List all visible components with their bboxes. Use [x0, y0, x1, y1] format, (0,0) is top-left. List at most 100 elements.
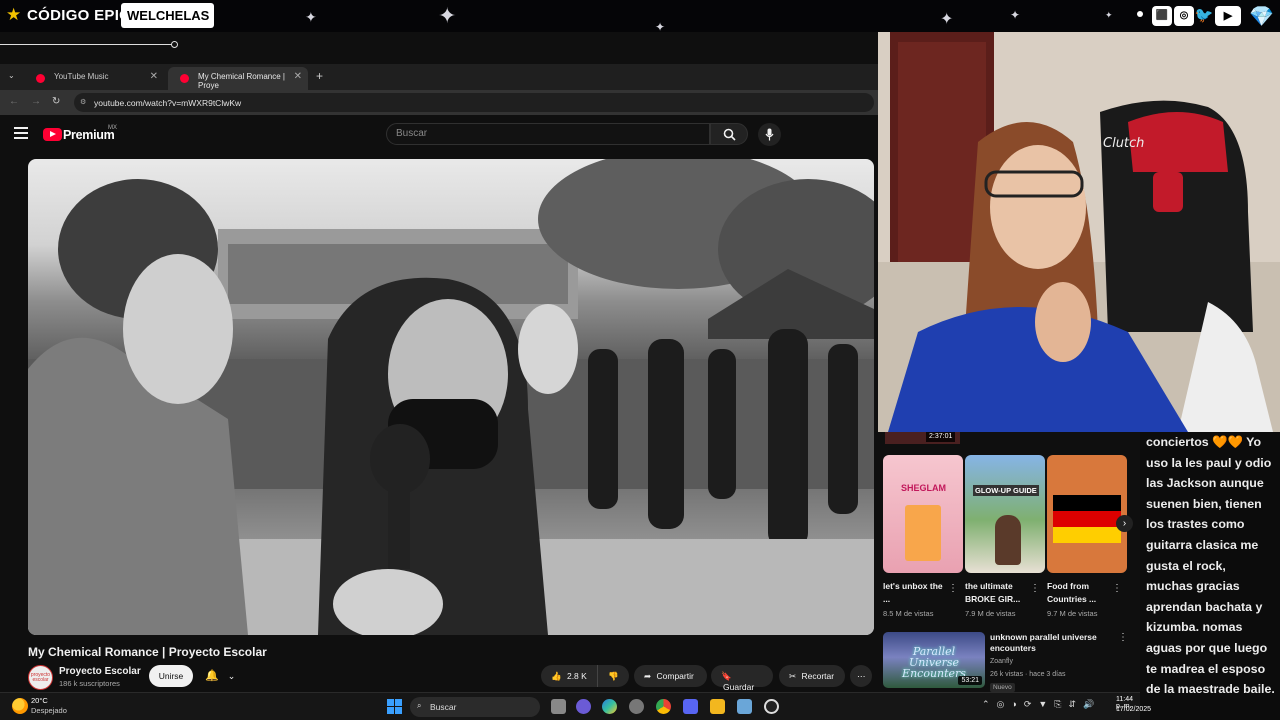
like-count: 2.8 K — [566, 671, 587, 681]
youtube-music-icon — [36, 74, 45, 83]
like-button[interactable]: 👍 2.8 K — [541, 665, 597, 687]
video-channel[interactable]: Zoanfly — [990, 658, 1013, 665]
menu-icon[interactable] — [14, 127, 28, 139]
short-title[interactable]: let's unbox the ... — [883, 580, 947, 606]
overlay-channel-name: WELCHELAS — [121, 3, 214, 28]
copilot-icon[interactable] — [602, 699, 617, 714]
clip-button[interactable]: ✂ Recortar — [779, 665, 845, 687]
product-box — [905, 505, 941, 561]
photos-icon[interactable] — [737, 699, 752, 714]
more-actions-button[interactable]: ⋯ — [850, 665, 872, 687]
search-icon: ⌕ — [417, 701, 422, 710]
video-title: My Chemical Romance | Proyecto Escolar — [28, 645, 267, 659]
thumbs-up-icon: 👍 — [551, 671, 562, 681]
clock-date[interactable]: 17/02/2025 — [1116, 706, 1151, 713]
channel-name[interactable]: Proyecto Escolar — [59, 666, 141, 677]
short-views: 9.7 M de vistas — [1047, 609, 1098, 618]
tab-youtube-music[interactable]: YouTube Music ✕ — [24, 67, 164, 90]
chrome-icon[interactable] — [656, 699, 671, 714]
webcam-feed: Clutch — [878, 32, 1280, 432]
more-vert-icon[interactable]: ⋮ — [1118, 632, 1128, 643]
search-input[interactable]: Buscar — [386, 123, 710, 145]
windows-start-icon[interactable] — [387, 699, 402, 714]
sparkle-icon: ✦ — [1105, 10, 1113, 20]
search-button[interactable] — [710, 123, 748, 145]
chat-message: conciertos 🧡🧡 Yo uso la les paul y odio … — [1140, 432, 1280, 720]
discord-icon[interactable] — [683, 699, 698, 714]
teams-icon[interactable] — [576, 699, 591, 714]
webcam-image: Clutch — [878, 32, 1280, 432]
clip-label: Recortar — [801, 671, 835, 681]
flag-stripe-gold — [1053, 527, 1121, 543]
short-thumb-text: SHEGLAM — [901, 483, 946, 493]
short-views: 8.5 M de vistas — [883, 609, 934, 618]
file-explorer-icon[interactable] — [710, 699, 725, 714]
short-title[interactable]: Food from Countries ... — [1047, 580, 1111, 606]
more-vert-icon[interactable]: ⋮ — [948, 583, 958, 594]
tab-label: My Chemical Romance | Proye — [198, 72, 285, 90]
youtube-icon[interactable]: ▶ — [1215, 6, 1241, 26]
tab-label: YouTube Music — [54, 72, 109, 81]
video-frame — [28, 159, 874, 635]
stream-overlay-bar: ★ CÓDIGO EPIC WELCHELAS ✦ ✦ ✦ ✦ ✦ ✦ ⬛ ◎ … — [0, 0, 1280, 34]
short-thumbnail[interactable] — [1047, 455, 1127, 573]
short-thumb-text: GLOW-UP GUIDE — [973, 485, 1039, 496]
taskbar-search-label: Buscar — [430, 702, 457, 712]
weather-sun-icon[interactable] — [12, 698, 28, 714]
close-icon[interactable]: ✕ — [150, 71, 158, 82]
overlay-brand: CÓDIGO EPIC — [27, 7, 131, 24]
youtube-icon — [180, 74, 189, 83]
voice-search-button[interactable] — [758, 123, 781, 146]
join-button[interactable]: Unirse — [149, 665, 193, 687]
new-badge: Nuevo — [990, 683, 1015, 692]
video-meta: 26 k vistas · hace 3 días — [990, 671, 1066, 678]
short-thumbnail[interactable]: GLOW-UP GUIDE — [965, 455, 1045, 573]
site-info-icon[interactable]: ⚙ — [80, 98, 86, 106]
share-button[interactable]: ➦ Compartir — [634, 665, 707, 687]
short-views: 7.9 M de vistas — [965, 609, 1016, 618]
twitch-icon[interactable]: ⬛ — [1152, 6, 1172, 26]
youtube-logo-icon[interactable] — [43, 128, 62, 141]
overlay-line — [0, 44, 176, 45]
url-field[interactable]: ⚙ youtube.com/watch?v=mWXR9tClwKw — [74, 93, 874, 112]
video-thumbnail[interactable]: Parallel Universe Encounters 53:21 — [883, 632, 985, 688]
url-text: youtube.com/watch?v=mWXR9tClwKw — [94, 98, 242, 108]
youtube-premium-label[interactable]: Premium — [63, 128, 115, 142]
forward-icon[interactable]: → — [31, 96, 41, 107]
weather-temperature[interactable]: 20°C — [31, 696, 48, 705]
video-duration: 53:21 — [958, 676, 982, 685]
short-thumbnail[interactable]: SHEGLAM — [883, 455, 963, 573]
chevron-down-icon[interactable]: ⌄ — [8, 71, 15, 80]
more-vert-icon[interactable]: ⋮ — [1030, 583, 1040, 594]
instagram-icon[interactable]: ◎ — [1174, 6, 1194, 26]
notifications-button[interactable]: 🔔 ⌄ — [199, 665, 241, 687]
close-icon[interactable]: ✕ — [294, 71, 302, 82]
new-tab-button[interactable]: + — [316, 69, 323, 83]
more-vert-icon[interactable]: ⋮ — [1112, 583, 1122, 594]
video-title[interactable]: unknown parallel universe encounters — [990, 632, 1110, 654]
share-label: Compartir — [656, 671, 694, 681]
back-icon[interactable]: ← — [9, 96, 19, 107]
chair-brand-text: Clutch — [1103, 136, 1144, 151]
video-player[interactable] — [28, 159, 874, 635]
weather-description[interactable]: Despejado — [31, 706, 67, 715]
channel-avatar[interactable]: proyecto escolar — [28, 665, 53, 690]
obs-icon[interactable] — [764, 699, 779, 714]
taskbar-search[interactable]: ⌕ Buscar — [410, 697, 540, 717]
sparkle-icon: ✦ — [305, 9, 317, 25]
twitter-icon[interactable]: 🐦 — [1194, 6, 1214, 26]
reload-icon[interactable]: ↻ — [52, 96, 60, 107]
search-placeholder: Buscar — [396, 128, 428, 139]
sparkle-icon: ✦ — [655, 20, 666, 34]
tab-my-chemical-romance[interactable]: My Chemical Romance | Proye ✕ — [168, 67, 308, 90]
shorts-next-button[interactable]: › — [1116, 515, 1133, 532]
dislike-button[interactable]: 👎 — [597, 665, 629, 687]
region-code: MX — [108, 125, 117, 131]
thumbs-down-icon: 👎 — [608, 671, 619, 681]
settings-icon[interactable] — [629, 699, 644, 714]
system-tray-icons[interactable]: ⌃◎◑⟳▼⎘⇵🔊 — [982, 699, 1101, 710]
short-title[interactable]: the ultimate BROKE GIR... — [965, 580, 1029, 606]
flag-stripe-red — [1053, 511, 1121, 527]
save-button[interactable]: 🔖 Guardar — [711, 665, 773, 692]
task-view-icon[interactable] — [551, 699, 566, 714]
